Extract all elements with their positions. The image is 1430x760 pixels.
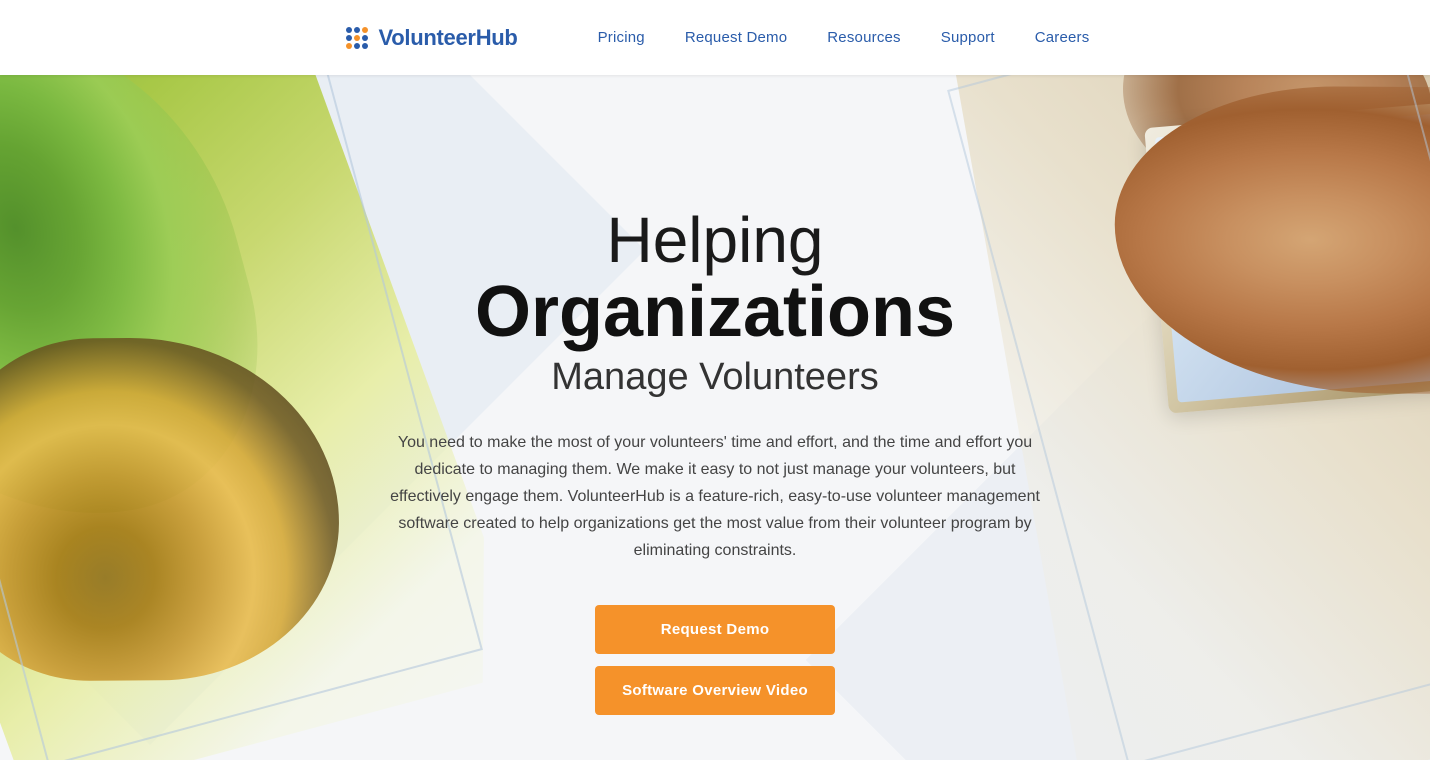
software-overview-button[interactable]: Software Overview Video <box>595 666 835 715</box>
hero-description: You need to make the most of your volunt… <box>365 429 1065 565</box>
logo-icon <box>341 22 373 54</box>
nav-pricing[interactable]: Pricing <box>598 29 645 46</box>
logo-text: VolunteerHub <box>379 25 518 51</box>
nav-support[interactable]: Support <box>941 29 995 46</box>
hero-content: Helping Organizations Manage Volunteers … <box>365 75 1065 715</box>
hero-subtitle: Manage Volunteers <box>365 355 1065 401</box>
header-inner: VolunteerHub Pricing Request Demo Resour… <box>341 22 1090 54</box>
nav-request-demo[interactable]: Request Demo <box>685 29 787 46</box>
main-header: VolunteerHub Pricing Request Demo Resour… <box>0 0 1430 75</box>
request-demo-button[interactable]: Request Demo <box>595 605 835 654</box>
hero-buttons: Request Demo Software Overview Video <box>365 605 1065 715</box>
hero-title-line2: Organizations <box>365 275 1065 351</box>
nav-resources[interactable]: Resources <box>827 29 901 46</box>
main-nav: Pricing Request Demo Resources Support C… <box>598 29 1090 46</box>
nav-careers[interactable]: Careers <box>1035 29 1090 46</box>
logo-link[interactable]: VolunteerHub <box>341 22 518 54</box>
hero-title-line1: Helping <box>365 205 1065 275</box>
